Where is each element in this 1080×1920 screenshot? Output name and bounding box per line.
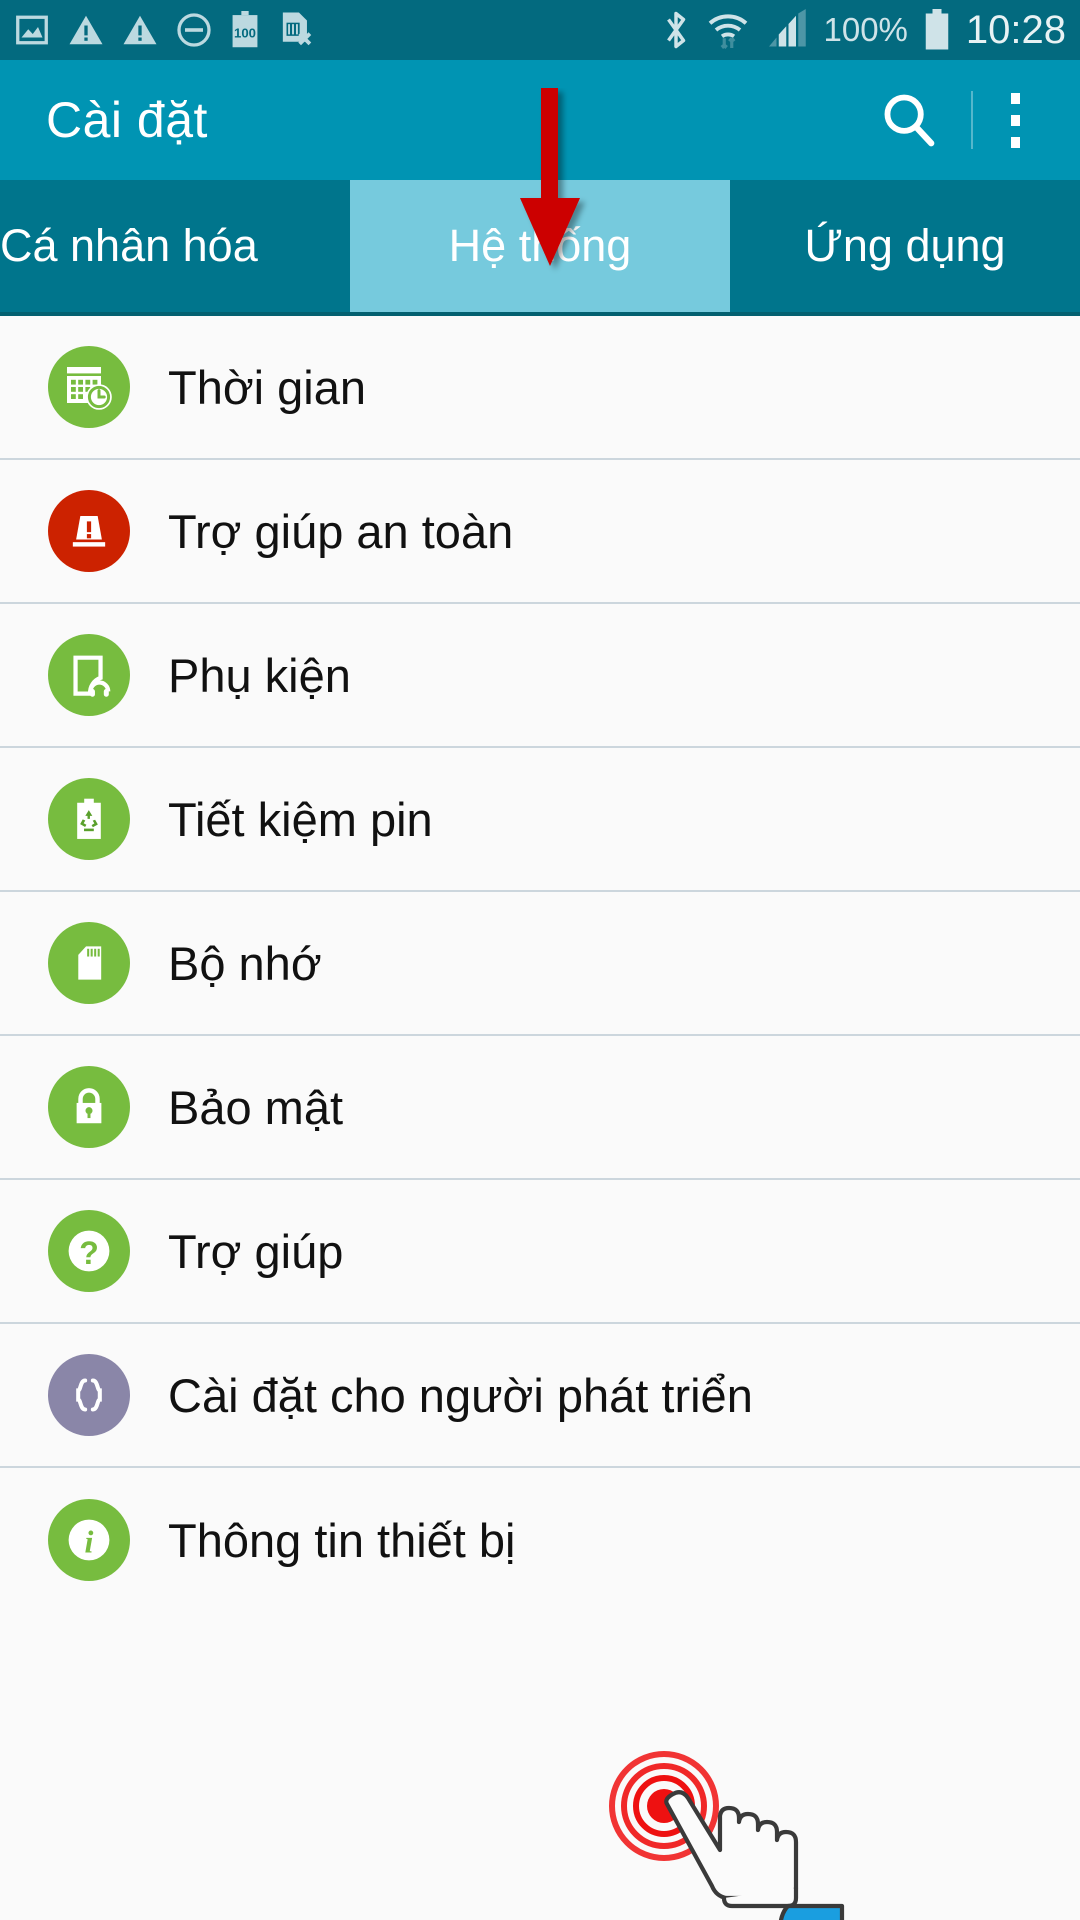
status-bar-clock: 10:28 — [965, 7, 1066, 52]
curly-braces-icon — [48, 1354, 130, 1436]
list-item-accessories[interactable]: Phụ kiện — [0, 604, 1080, 748]
tab-system[interactable]: Hệ thống — [350, 180, 730, 312]
action-bar: Cài đặt — [0, 60, 1080, 180]
page-title: Cài đặt — [46, 92, 208, 148]
list-item-label: Trợ giúp — [168, 1224, 344, 1278]
svg-text:i: i — [85, 1523, 94, 1559]
info-icon: i — [48, 1499, 130, 1581]
tap-cursor — [592, 1746, 852, 1920]
wifi-icon — [709, 14, 748, 49]
accessory-headset-icon — [48, 634, 130, 716]
clock-calendar-icon — [48, 346, 130, 428]
phone-screen: 100 100% 10:28 Cài đặt Cá nhân hóa Hệ th… — [0, 0, 1080, 1920]
warning-icon — [123, 15, 157, 45]
list-item-label: Thông tin thiết bị — [168, 1513, 516, 1567]
bluetooth-icon — [667, 11, 686, 49]
action-bar-divider — [971, 91, 973, 149]
list-item-label: Bộ nhớ — [168, 936, 322, 990]
svg-text:?: ? — [79, 1235, 99, 1271]
list-item-device-info[interactable]: i Thông tin thiết bị — [0, 1468, 1080, 1612]
status-bar-left-icons: 100 — [14, 11, 314, 49]
list-item-safety-assistance[interactable]: Trợ giúp an toàn — [0, 460, 1080, 604]
overflow-menu-icon — [1011, 114, 1020, 126]
overflow-menu-icon — [1011, 92, 1020, 104]
action-bar-actions — [851, 60, 1052, 180]
overflow-menu-button[interactable] — [979, 60, 1052, 180]
overflow-menu-icon — [1011, 136, 1020, 148]
list-item-time[interactable]: Thời gian — [0, 316, 1080, 460]
battery-saver-icon — [48, 778, 130, 860]
settings-list: Thời gian Trợ giúp an toàn Phụ kiện Tiết… — [0, 316, 1080, 1612]
question-mark-icon: ? — [48, 1210, 130, 1292]
list-item-label: Cài đặt cho người phát triển — [168, 1368, 753, 1422]
battery-percent-label: 100% — [823, 11, 908, 48]
status-bar: 100 100% 10:28 — [0, 0, 1080, 60]
tap-ripple-rings — [609, 1751, 719, 1861]
warning-icon — [69, 15, 103, 45]
list-item-label: Tiết kiệm pin — [168, 792, 433, 846]
tab-applications[interactable]: Ứng dụng — [730, 180, 1080, 312]
do-not-disturb-icon — [177, 13, 211, 47]
list-item-help[interactable]: ? Trợ giúp — [0, 1180, 1080, 1324]
list-item-developer-options[interactable]: Cài đặt cho người phát triển — [0, 1324, 1080, 1468]
tab-label: Ứng dụng — [804, 220, 1006, 271]
tab-bar: Cá nhân hóa Hệ thống Ứng dụng — [0, 180, 1080, 316]
list-item-label: Thời gian — [168, 360, 367, 414]
emergency-beacon-icon — [48, 490, 130, 572]
signal-icon — [769, 9, 807, 47]
tab-label: Hệ thống — [448, 220, 632, 271]
tab-personalization[interactable]: Cá nhân hóa — [0, 180, 350, 312]
search-icon — [884, 94, 935, 147]
list-item-label: Bảo mật — [168, 1080, 344, 1134]
list-item-power-saving[interactable]: Tiết kiệm pin — [0, 748, 1080, 892]
battery-100-icon: 100 — [232, 11, 258, 48]
list-item-label: Trợ giúp an toàn — [168, 504, 514, 558]
list-item-security[interactable]: Bảo mật — [0, 1036, 1080, 1180]
list-item-label: Phụ kiện — [168, 648, 351, 702]
tab-label: Cá nhân hóa — [0, 220, 258, 271]
sd-card-icon — [48, 922, 130, 1004]
hand-cursor — [664, 1790, 799, 1909]
status-bar-right: 100% 10:28 — [661, 0, 1066, 60]
svg-text:100: 100 — [234, 25, 256, 40]
sim-card-error-icon — [282, 12, 312, 46]
battery-icon — [925, 9, 949, 50]
list-item-storage[interactable]: Bộ nhớ — [0, 892, 1080, 1036]
image-icon — [16, 15, 48, 45]
lock-icon — [48, 1066, 130, 1148]
search-button[interactable] — [851, 89, 965, 151]
